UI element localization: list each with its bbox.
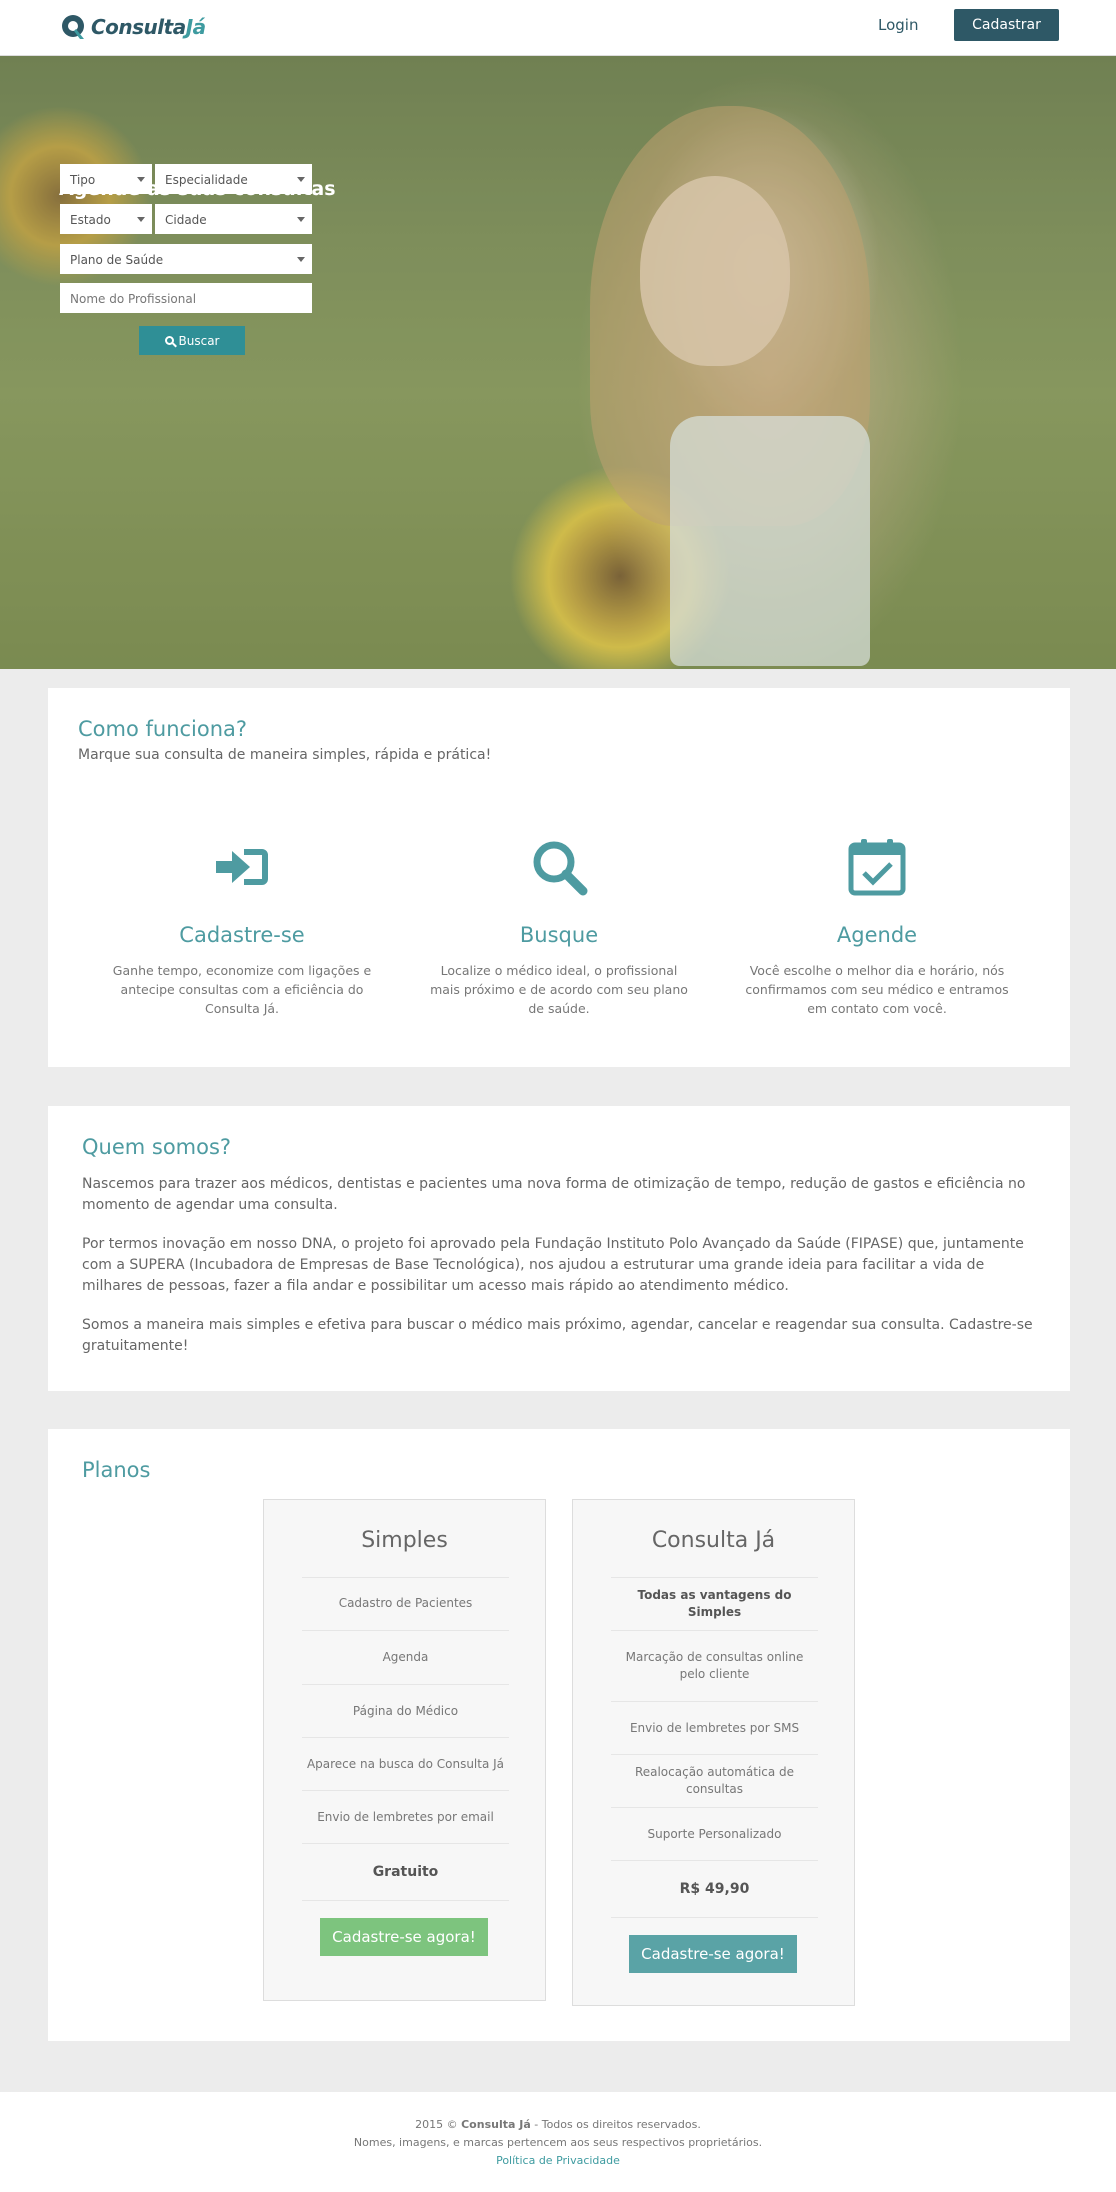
top-navbar: ConsultaJá Login Cadastrar [0, 0, 1116, 56]
about-paragraph-2: Por termos inovação em nosso DNA, o proj… [82, 1236, 1024, 1294]
step-schedule-text: Você escolhe o melhor dia e horário, nós… [745, 963, 1009, 1016]
plan-divider [611, 1917, 818, 1918]
signup-button[interactable]: Cadastrar [954, 9, 1059, 41]
footer-copyright: 2015 © Consulta Já - Todos os direitos r… [415, 2118, 701, 2131]
estado-select-label: Estado [70, 213, 111, 227]
plan-feature: Suporte Personalizado [611, 1807, 818, 1860]
cidade-select[interactable]: Cidade [155, 204, 312, 234]
plan-card-consulta-ja: Consulta Já Todas as vantagens do Simple… [572, 1499, 855, 2006]
footer-trademark-note: Nomes, imagens, e marcas pertencem aos s… [353, 2136, 763, 2149]
sign-in-icon [216, 849, 268, 885]
plan-feature: Página do Médico [302, 1684, 509, 1737]
privacy-policy-link[interactable]: Política de Privacidade [496, 2154, 620, 2167]
cidade-select-label: Cidade [165, 213, 207, 227]
plan-feature: Marcação de consultas online pelo client… [611, 1630, 818, 1701]
about-section: Quem somos? Nascemos para trazer aos méd… [48, 1106, 1070, 1391]
plan-feature: Envio de lembretes por email [302, 1790, 509, 1843]
plan-feature: Envio de lembretes por SMS [611, 1701, 818, 1754]
footer-links: Política de Privacidade [0, 2154, 1116, 2167]
professional-name-placeholder: Nome do Profissional [70, 292, 197, 306]
step-signup-text: Ganhe tempo, economize com ligações e an… [112, 963, 372, 1016]
step-search-title: Busque [519, 923, 599, 947]
calendar-check-icon [848, 839, 906, 896]
chevron-down-icon [297, 217, 305, 222]
chevron-down-icon [137, 217, 145, 222]
about-title: Quem somos? [82, 1135, 232, 1159]
plan-feature: Aparece na busca do Consulta Já [302, 1737, 509, 1790]
plano-saude-select-label: Plano de Saúde [70, 253, 164, 267]
step-signup-title: Cadastre-se [179, 923, 305, 947]
plan-divider [302, 1900, 509, 1901]
estado-select[interactable]: Estado [60, 204, 152, 234]
about-paragraph-1: Nascemos para trazer aos médicos, dentis… [82, 1176, 1026, 1213]
plan-price: Gratuito [302, 1843, 509, 1900]
tipo-select[interactable]: Tipo [60, 164, 152, 194]
plan-feature: Agenda [302, 1630, 509, 1683]
hero-overlay [0, 56, 1116, 669]
step-schedule-title: Agende [836, 923, 918, 947]
footer: 2015 © Consulta Já - Todos os direitos r… [0, 2092, 1116, 2192]
chevron-down-icon [137, 177, 145, 182]
logo-icon [62, 15, 84, 39]
logo-text: ConsultaJá [91, 15, 206, 39]
search-button[interactable]: Buscar [139, 326, 245, 355]
tipo-select-label: Tipo [70, 173, 96, 187]
plano-saude-select[interactable]: Plano de Saúde [60, 244, 312, 274]
search-icon [164, 336, 174, 345]
search-button-label: Buscar [178, 333, 220, 348]
how-it-works-subtitle: Marque sua consulta de maneira simples, … [78, 747, 492, 763]
how-it-works-section: Como funciona? Marque sua consulta de ma… [48, 688, 1070, 1067]
plan-feature: Todas as vantagens do Simples [611, 1577, 818, 1629]
plan-feature: Realocação automática de consultas [611, 1754, 818, 1807]
search-icon [533, 841, 588, 896]
plan-card-simples: Simples Cadastro de Pacientes Agenda Pág… [263, 1499, 546, 2001]
especialidade-select[interactable]: Especialidade [155, 164, 312, 194]
how-it-works-title: Como funciona? [78, 717, 248, 741]
plans-title: Planos [82, 1458, 151, 1482]
signup-now-button[interactable]: Cadastre-se agora! [629, 1935, 797, 1973]
plans-section: Planos Simples Cadastro de Pacientes Age… [48, 1429, 1070, 2041]
login-link[interactable]: Login [878, 16, 918, 34]
plan-price: R$ 49,90 [611, 1860, 818, 1917]
plan-name: Simples [361, 1528, 448, 1553]
plan-feature: Cadastro de Pacientes [302, 1577, 509, 1629]
hero-banner: Agende as suas consultas Tipo Especialid… [0, 56, 1116, 669]
signup-now-button[interactable]: Cadastre-se agora! [320, 1918, 488, 1956]
plan-name: Consulta Já [651, 1528, 776, 1553]
step-search-text: Localize o médico ideal, o profissional … [430, 963, 688, 1016]
especialidade-select-label: Especialidade [165, 173, 248, 187]
about-paragraph-3: Somos a maneira mais simples e efetiva p… [82, 1317, 1033, 1354]
chevron-down-icon [297, 257, 305, 262]
logo[interactable]: ConsultaJá [60, 12, 206, 42]
professional-name-input[interactable]: Nome do Profissional [60, 283, 312, 313]
chevron-down-icon [297, 177, 305, 182]
